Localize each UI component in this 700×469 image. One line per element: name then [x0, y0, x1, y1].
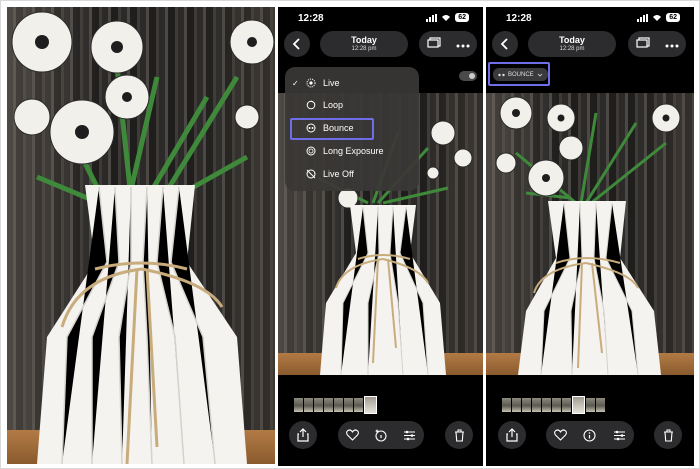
bounce-highlight-box: [488, 62, 550, 86]
share-button[interactable]: [289, 421, 317, 449]
menu-item-live-off[interactable]: Live Off: [285, 164, 419, 184]
bottom-toolbar: [278, 406, 483, 466]
sliders-icon: [404, 430, 416, 440]
info-icon: [583, 428, 597, 442]
long-exposure-icon: [306, 146, 316, 156]
menu-item-label: Loop: [323, 100, 344, 110]
vase-illustration: [495, 96, 681, 375]
phone-screen-menu: 12:28 62 Today 12:28 pm ✓ Live Loop Boun…: [278, 7, 483, 466]
trash-icon: [454, 428, 464, 442]
adjust-button[interactable]: [608, 424, 630, 446]
photo-stack-icon: [635, 37, 650, 48]
vase-photo: [486, 93, 694, 375]
bounce-highlight-box: [290, 118, 374, 140]
page-subtitle: 12:28 pm: [559, 46, 585, 52]
vase-photo: [7, 7, 275, 464]
photo-date-title: Today 12:28 pm: [320, 31, 408, 57]
gallery-button[interactable]: [635, 35, 650, 53]
back-button[interactable]: [492, 31, 518, 57]
more-button[interactable]: [456, 37, 470, 51]
status-bar: 12:28 62: [486, 7, 694, 31]
info-edit-button[interactable]: [370, 424, 392, 446]
chevron-left-icon: [292, 38, 300, 50]
trash-icon: [663, 428, 673, 442]
info-button[interactable]: [579, 424, 601, 446]
menu-item-label: Live Off: [323, 169, 354, 179]
center-actions: [338, 421, 424, 449]
status-time: 12:28: [506, 13, 532, 24]
status-bar: 12:28 62: [278, 7, 483, 31]
ellipsis-icon: [456, 44, 469, 48]
menu-item-loop[interactable]: Loop: [285, 95, 419, 115]
battery-indicator: 62: [455, 13, 469, 22]
photo-stack-icon: [426, 37, 441, 48]
vase-illustration: [11, 11, 275, 464]
photo-date-title: Today 12:28 pm: [528, 31, 616, 57]
chevron-left-icon: [500, 38, 508, 50]
share-icon: [297, 428, 309, 442]
gallery-button[interactable]: [426, 35, 441, 53]
status-time: 12:28: [298, 13, 324, 24]
wifi-icon: [653, 14, 662, 21]
share-icon: [506, 428, 518, 442]
delete-button[interactable]: [445, 421, 473, 449]
favorite-button[interactable]: [341, 424, 363, 446]
top-right-actions: [628, 31, 686, 57]
more-button[interactable]: [665, 35, 679, 53]
checkmark-icon: ✓: [292, 78, 299, 88]
menu-item-long-exposure[interactable]: Long Exposure: [285, 141, 419, 161]
photo-nav-bar: Today 12:28 pm: [278, 31, 483, 63]
cellular-signal-icon: [637, 13, 649, 22]
sliders-icon: [613, 430, 625, 440]
heart-icon: [554, 429, 568, 441]
battery-indicator: 62: [666, 13, 680, 22]
cellular-signal-icon: [426, 13, 438, 22]
photo-nav-bar: Today 12:28 pm: [486, 31, 694, 63]
loop-icon: [306, 100, 316, 110]
page-title: Today: [351, 35, 377, 45]
top-right-actions: [419, 31, 477, 57]
adjust-button[interactable]: [399, 424, 421, 446]
phone-screen-bounce: 12:28 62 Today 12:28 pm BOUNCE: [486, 7, 694, 466]
live-off-icon: [306, 169, 316, 179]
page-subtitle: 12:28 pm: [351, 46, 377, 52]
live-icon: [306, 78, 316, 88]
bottom-toolbar: [486, 406, 694, 466]
menu-item-label: Live: [323, 78, 340, 88]
page-title: Today: [559, 35, 585, 45]
screenshot-frame: 12:28 62 Today 12:28 pm ✓ Live Loop Boun…: [0, 0, 700, 469]
live-toggle[interactable]: [459, 71, 477, 81]
heart-icon: [345, 429, 359, 441]
center-actions: [546, 421, 634, 449]
favorite-button[interactable]: [550, 424, 572, 446]
ellipsis-icon: [665, 44, 678, 48]
back-button[interactable]: [284, 31, 310, 57]
delete-button[interactable]: [654, 421, 682, 449]
menu-item-label: Long Exposure: [323, 146, 384, 156]
sparkle-info-icon: [374, 429, 387, 442]
wifi-icon: [442, 14, 451, 21]
menu-item-live[interactable]: ✓ Live: [285, 73, 419, 93]
share-button[interactable]: [498, 421, 526, 449]
